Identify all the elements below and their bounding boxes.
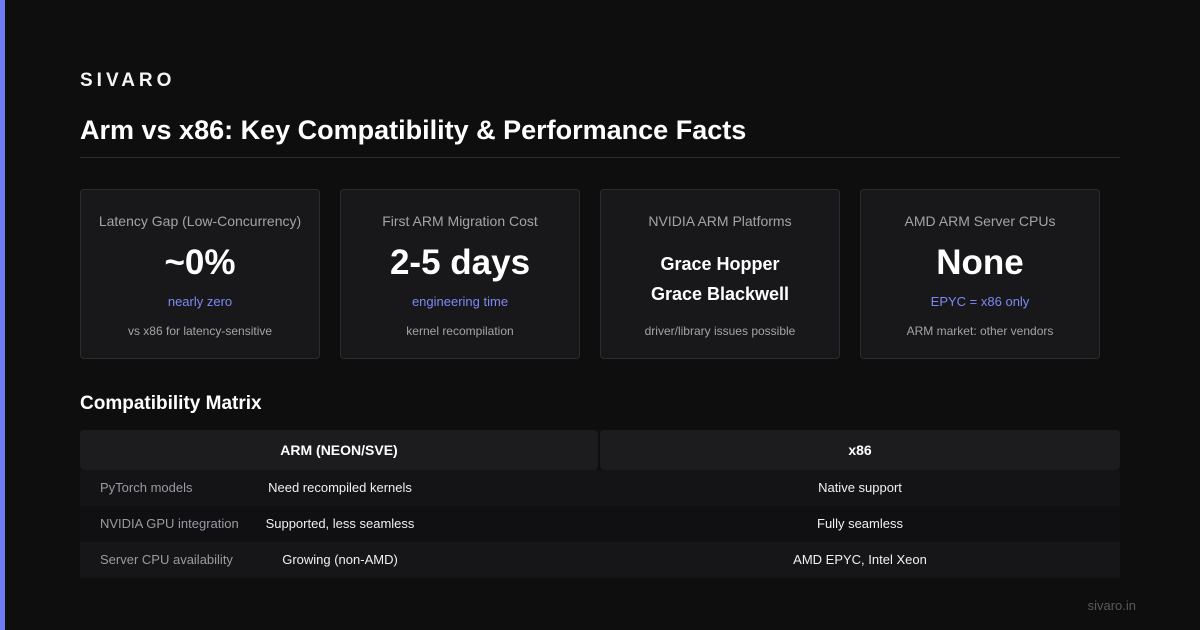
stat-card-nvidia-platforms: NVIDIA ARM Platforms Grace Hopper Grace …	[600, 189, 840, 359]
stat-card-label: NVIDIA ARM Platforms	[648, 213, 792, 229]
matrix-cell-arm: Server CPU availability Growing (non-AMD…	[80, 542, 600, 578]
matrix-cell-x86: Fully seamless	[600, 506, 1120, 542]
row-label: PyTorch models	[100, 480, 193, 495]
stat-card-note: kernel recompilation	[406, 324, 514, 338]
matrix-cell-x86: AMD EPYC, Intel Xeon	[600, 542, 1120, 578]
stat-card-note: ARM market: other vendors	[906, 324, 1054, 338]
x86-value: Native support	[818, 480, 902, 495]
stat-card-accent: EPYC = x86 only	[930, 294, 1030, 309]
stat-card-accent: nearly zero	[167, 294, 233, 309]
table-row: NVIDIA GPU integration Supported, less s…	[80, 506, 1120, 542]
row-label: NVIDIA GPU integration	[100, 516, 239, 531]
footer-site-url: sivaro.in	[1087, 598, 1136, 613]
stat-card-value: ~0%	[164, 243, 236, 282]
table-row: Server CPU availability Growing (non-AMD…	[80, 542, 1120, 578]
stat-card-value-line: Grace Blackwell	[650, 284, 790, 304]
matrix-header-arm: ARM (NEON/SVE)	[80, 430, 598, 470]
compatibility-matrix: ARM (NEON/SVE) x86 PyTorch models Need r…	[80, 430, 1120, 580]
arm-value: Growing (non-AMD)	[282, 552, 398, 567]
brand-logo: SIVARO	[80, 70, 176, 91]
stat-card-label: Latency Gap (Low-Concurrency)	[98, 213, 302, 229]
stat-card-accent: engineering time	[411, 294, 509, 309]
stat-card-value-line: Grace Hopper	[660, 254, 780, 274]
matrix-header-x86: x86	[600, 430, 1120, 470]
matrix-heading: Compatibility Matrix	[80, 393, 262, 414]
row-label: Server CPU availability	[100, 552, 233, 567]
matrix-cell-arm: PyTorch models Need recompiled kernels	[80, 470, 600, 506]
stat-card-note: driver/library issues possible	[644, 324, 796, 338]
stat-card-amd-cpus: AMD ARM Server CPUs None EPYC = x86 only…	[860, 189, 1100, 359]
arm-value: Need recompiled kernels	[268, 480, 412, 495]
stat-card-migration-cost: First ARM Migration Cost 2-5 days engine…	[340, 189, 580, 359]
stat-cards: Latency Gap (Low-Concurrency) ~0% nearly…	[80, 189, 1120, 361]
stat-card-label: AMD ARM Server CPUs	[904, 213, 1056, 229]
arm-value: Supported, less seamless	[265, 516, 415, 531]
page-title: Arm vs x86: Key Compatibility & Performa…	[80, 115, 747, 145]
matrix-cell-arm: NVIDIA GPU integration Supported, less s…	[80, 506, 600, 542]
table-row: PyTorch models Need recompiled kernels N…	[80, 470, 1120, 506]
stat-card-value: None	[936, 243, 1024, 282]
stat-card-latency: Latency Gap (Low-Concurrency) ~0% nearly…	[80, 189, 320, 359]
stat-card-note: vs x86 for latency-sensitive	[127, 324, 273, 338]
x86-value: Fully seamless	[817, 516, 903, 531]
matrix-cell-x86: Native support	[600, 470, 1120, 506]
stat-card-value: 2-5 days	[389, 243, 531, 282]
title-divider	[80, 157, 1120, 158]
x86-value: AMD EPYC, Intel Xeon	[793, 552, 927, 567]
left-accent-bar	[0, 0, 5, 630]
stat-card-label: First ARM Migration Cost	[382, 213, 538, 229]
